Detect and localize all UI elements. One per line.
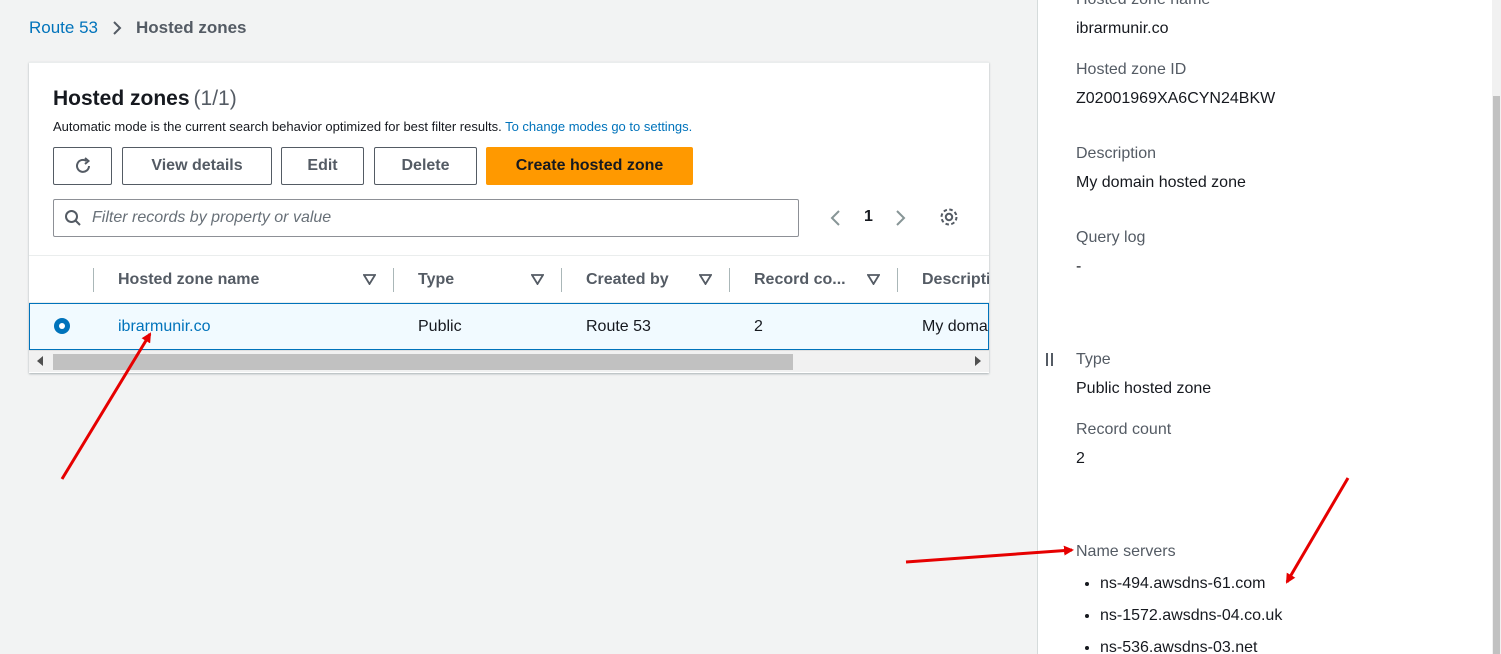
zone-record-count-cell: 2 xyxy=(754,317,763,335)
edit-button[interactable]: Edit xyxy=(281,147,364,185)
query-log-label: Query log xyxy=(1076,229,1146,246)
panel-title-count: (1/1) xyxy=(193,87,237,110)
sort-icon[interactable] xyxy=(531,274,544,285)
name-servers-list: ns-494.awsdns-61.com ns-1572.awsdns-04.c… xyxy=(1100,573,1282,654)
search-icon xyxy=(65,210,81,226)
table-row[interactable]: ibrarmunir.co Public Route 53 2 My doma xyxy=(29,303,989,350)
horizontal-scrollbar[interactable] xyxy=(29,350,989,372)
type-label: Type xyxy=(1076,351,1111,368)
type-value: Public hosted zone xyxy=(1076,380,1212,397)
list-item: ns-494.awsdns-61.com xyxy=(1100,573,1282,605)
search-input[interactable]: Filter records by property or value xyxy=(53,199,799,237)
drawer-resize-handle-icon[interactable] xyxy=(1046,353,1053,366)
chevron-right-icon xyxy=(112,20,122,36)
table-header: Hosted zone name Type Created by Record … xyxy=(29,255,989,303)
sort-icon[interactable] xyxy=(699,274,712,285)
details-drawer: Hosted zone name ibrarmunir.co Hosted zo… xyxy=(1037,0,1501,654)
hosted-zones-panel: Hosted zones (1/1) Automatic mode is the … xyxy=(29,62,989,373)
sort-icon[interactable] xyxy=(867,274,880,285)
scrollbar-thumb[interactable] xyxy=(1493,96,1500,654)
row-radio-selected[interactable] xyxy=(54,318,70,334)
sort-icon[interactable] xyxy=(363,274,376,285)
gear-icon[interactable] xyxy=(938,206,960,228)
hosted-zone-id-label: Hosted zone ID xyxy=(1076,61,1187,78)
create-hosted-zone-button[interactable]: Create hosted zone xyxy=(486,147,693,185)
hosted-zone-id-value: Z02001969XA6CYN24BKW xyxy=(1076,90,1276,107)
search-mode-description: Automatic mode is the current search beh… xyxy=(53,119,692,134)
column-header-description[interactable]: Descripti xyxy=(922,256,989,304)
chevron-left-icon[interactable] xyxy=(829,209,841,227)
list-item: ns-536.awsdns-03.net xyxy=(1100,637,1282,654)
column-header-record-count[interactable]: Record co... xyxy=(754,256,846,304)
scroll-right-arrow-icon[interactable] xyxy=(975,356,981,366)
panel-title-text: Hosted zones xyxy=(53,87,190,110)
list-item: ns-1572.awsdns-04.co.uk xyxy=(1100,605,1282,637)
name-servers-label: Name servers xyxy=(1076,543,1176,560)
delete-button[interactable]: Delete xyxy=(374,147,477,185)
refresh-button[interactable] xyxy=(53,147,112,185)
record-count-value: 2 xyxy=(1076,450,1085,467)
zone-created-by-cell: Route 53 xyxy=(586,317,651,335)
vertical-scrollbar[interactable] xyxy=(1492,0,1501,654)
hosted-zone-name-value: ibrarmunir.co xyxy=(1076,20,1169,37)
column-header-type[interactable]: Type xyxy=(418,256,454,304)
scroll-left-arrow-icon[interactable] xyxy=(37,356,43,366)
description-text: Automatic mode is the current search beh… xyxy=(53,119,502,134)
zone-type-cell: Public xyxy=(418,317,462,335)
column-header-created-by[interactable]: Created by xyxy=(586,256,669,304)
refresh-icon xyxy=(75,157,90,173)
hosted-zone-name-label: Hosted zone name xyxy=(1076,0,1210,9)
settings-link[interactable]: To change modes go to settings. xyxy=(505,119,692,134)
page-title: Hosted zones (1/1) xyxy=(53,87,237,111)
column-header-name[interactable]: Hosted zone name xyxy=(118,256,259,304)
page-number[interactable]: 1 xyxy=(864,208,873,226)
view-details-button[interactable]: View details xyxy=(122,147,272,185)
chevron-right-icon[interactable] xyxy=(895,209,907,227)
scrollbar-thumb[interactable] xyxy=(53,354,793,370)
breadcrumb-route53-link[interactable]: Route 53 xyxy=(29,18,98,38)
record-count-label: Record count xyxy=(1076,421,1172,438)
zone-description-cell: My doma xyxy=(922,317,988,335)
breadcrumb-current: Hosted zones xyxy=(136,18,247,37)
breadcrumb: Route 53 Hosted zones xyxy=(29,18,247,38)
zone-name-link[interactable]: ibrarmunir.co xyxy=(118,304,210,349)
query-log-value: - xyxy=(1076,258,1082,275)
search-placeholder: Filter records by property or value xyxy=(92,209,332,226)
description-value: My domain hosted zone xyxy=(1076,174,1246,191)
description-label: Description xyxy=(1076,145,1157,162)
